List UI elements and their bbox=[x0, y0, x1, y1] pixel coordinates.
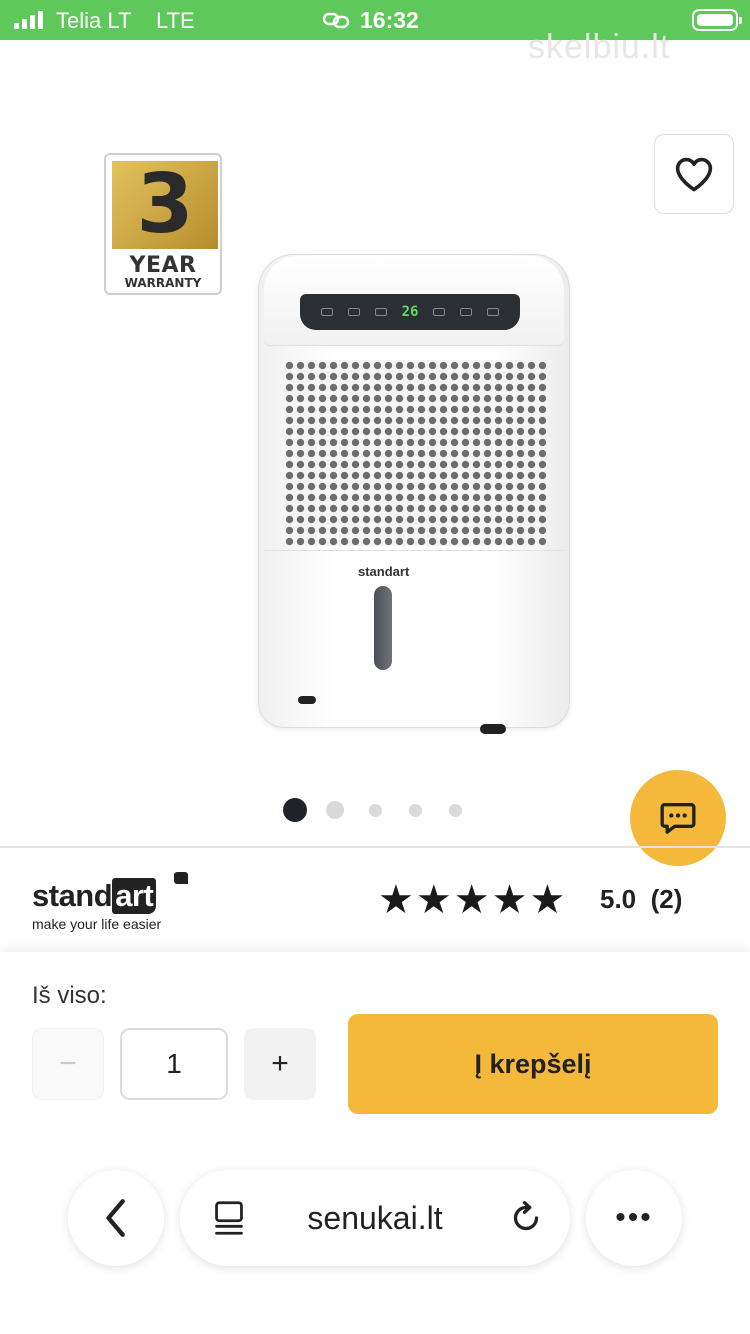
star-icon: ★ bbox=[378, 877, 414, 923]
star-icon: ★ bbox=[491, 877, 528, 923]
carrier-name: Telia LT bbox=[56, 8, 132, 33]
brand-logo-mark bbox=[174, 872, 188, 884]
warranty-badge: 3 YEAR WARRANTY bbox=[104, 153, 222, 295]
quantity-decrease-button[interactable]: − bbox=[32, 1028, 104, 1100]
back-button[interactable] bbox=[68, 1170, 164, 1266]
brand-name-part2: art bbox=[112, 878, 157, 914]
heart-icon bbox=[675, 157, 713, 192]
warranty-year-text: YEAR bbox=[129, 253, 197, 278]
link-icon bbox=[322, 12, 350, 29]
product-brand-mark: standart bbox=[358, 564, 410, 579]
chat-bubble-icon bbox=[660, 803, 696, 834]
chevron-left-icon bbox=[106, 1199, 125, 1237]
star-icon: ★ bbox=[415, 877, 452, 923]
pagination-dot-active[interactable] bbox=[283, 798, 307, 822]
signal-bars-icon bbox=[14, 11, 43, 29]
chat-button[interactable] bbox=[630, 770, 726, 866]
star-icon: ★ bbox=[453, 877, 490, 923]
purchase-sheet: Iš viso: − 1 + Į krepšelį bbox=[0, 952, 750, 1334]
star-icon: ★ bbox=[529, 877, 566, 923]
foot bbox=[480, 724, 506, 734]
pagination-dot[interactable] bbox=[408, 803, 422, 817]
pagination-dot[interactable] bbox=[326, 801, 344, 819]
more-options-button[interactable]: ••• bbox=[586, 1170, 682, 1266]
section-divider bbox=[0, 846, 750, 848]
clock-time: 16:32 bbox=[360, 7, 419, 33]
warranty-number: 3 bbox=[112, 161, 218, 249]
water-level-window bbox=[374, 586, 392, 670]
rating-count: (2) bbox=[650, 884, 683, 914]
pagination-dot[interactable] bbox=[448, 803, 462, 817]
air-grille bbox=[284, 360, 546, 546]
brand-tagline: make your life easier bbox=[32, 916, 162, 932]
warranty-label: WARRANTY bbox=[124, 276, 202, 290]
quantity-input[interactable]: 1 bbox=[120, 1028, 228, 1100]
quantity-increase-button[interactable]: + bbox=[244, 1028, 316, 1100]
brand-logo[interactable]: standart make your life easier bbox=[32, 872, 202, 934]
rating-stars: ★ ★ ★ ★ ★ bbox=[378, 880, 565, 920]
address-bar[interactable]: senukai.lt bbox=[180, 1170, 570, 1266]
product-rating[interactable]: ★ ★ ★ ★ ★ 5.0 (2) bbox=[378, 878, 682, 922]
brand-name-part1: stand bbox=[32, 878, 113, 913]
network-type: LTE bbox=[156, 8, 195, 33]
tank-seam bbox=[264, 550, 564, 551]
pagination-dot[interactable] bbox=[368, 803, 382, 817]
rating-score: 5.0 (2) bbox=[600, 884, 682, 915]
battery-icon bbox=[692, 9, 742, 31]
reload-icon[interactable] bbox=[508, 1200, 544, 1236]
add-to-cart-button[interactable]: Į krepšelį bbox=[348, 1014, 718, 1114]
rating-value: 5.0 bbox=[600, 884, 637, 914]
display-readout: 26 bbox=[401, 304, 419, 320]
brand-name: standart bbox=[32, 878, 157, 914]
foot bbox=[298, 696, 316, 704]
favorite-button[interactable] bbox=[654, 134, 734, 214]
control-panel: 26 bbox=[300, 294, 520, 330]
product-image: 26 standart bbox=[258, 254, 572, 736]
total-label: Iš viso: bbox=[32, 982, 107, 1009]
